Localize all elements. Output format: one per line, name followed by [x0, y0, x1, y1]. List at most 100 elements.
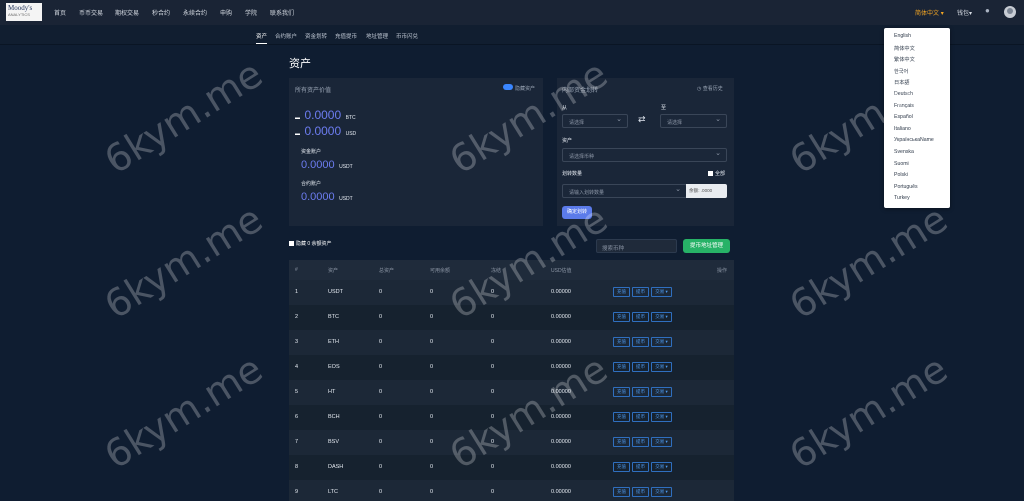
row-asset: DASH — [328, 464, 344, 470]
tab-contract-account[interactable]: 合约账户 — [275, 32, 297, 40]
table-row: 6 BCH 0 0 0 0.00000 充值 提币 交易 ▾ — [289, 405, 734, 430]
swap-icon[interactable]: ⇄ — [638, 114, 646, 125]
language-option[interactable]: УкраїнськаName — [894, 137, 934, 143]
tab-address[interactable]: 地址管理 — [366, 32, 388, 40]
trade-button[interactable]: 交易 ▾ — [651, 337, 672, 347]
trade-button[interactable]: 交易 ▾ — [651, 412, 672, 422]
col-asset: 资产 — [328, 268, 339, 274]
withdraw-button[interactable]: 提币 — [632, 437, 649, 447]
language-option[interactable]: English — [894, 33, 911, 39]
language-option[interactable]: Polski — [894, 172, 908, 178]
contract-unit: USDT — [339, 196, 353, 202]
row-frozen: 0 — [491, 314, 495, 320]
row-index: 8 — [295, 464, 299, 470]
tab-flash-swap[interactable]: 币币闪兑 — [396, 32, 418, 40]
nav-options[interactable]: 期权交易 — [115, 8, 139, 17]
language-option[interactable]: 日本語 — [894, 79, 910, 86]
trade-label: 交易 — [655, 389, 665, 394]
withdraw-address-button[interactable]: 提币地址管理 — [683, 239, 730, 253]
tab-assets[interactable]: 资产 — [256, 32, 268, 44]
deposit-button[interactable]: 充值 — [613, 337, 630, 347]
logo[interactable]: Moody's ANALYTICS — [6, 3, 42, 21]
trade-button[interactable]: 交易 ▾ — [651, 487, 672, 497]
deposit-button[interactable]: 充值 — [613, 387, 630, 397]
withdraw-button[interactable]: 提币 — [632, 487, 649, 497]
language-option[interactable]: Svenska — [894, 149, 914, 155]
row-available: 0 — [430, 389, 434, 395]
trade-button[interactable]: 交易 ▾ — [651, 387, 672, 397]
language-option[interactable]: 繁体中文 — [894, 56, 915, 63]
btc-unit: BTC — [345, 115, 356, 121]
deposit-label: 充值 — [617, 314, 626, 319]
deposit-button[interactable]: 充值 — [613, 312, 630, 322]
nav-second-contract[interactable]: 秒合约 — [152, 8, 170, 17]
deposit-button[interactable]: 充值 — [613, 487, 630, 497]
language-option[interactable]: Italiano — [894, 126, 911, 132]
avatar[interactable] — [1004, 6, 1016, 18]
deposit-button[interactable]: 充值 — [613, 462, 630, 472]
tab-deposit-withdraw[interactable]: 充值提币 — [335, 32, 357, 40]
nav-subscribe[interactable]: 申购 — [220, 8, 232, 17]
asset-select[interactable]: 请选择币种 — [562, 148, 727, 162]
row-usd: 0.00000 — [551, 314, 571, 320]
nav-contact[interactable]: 联系我们 — [270, 8, 294, 17]
history-label: 查看历史 — [702, 86, 723, 92]
language-option[interactable]: Français — [894, 103, 914, 109]
withdraw-button[interactable]: 提币 — [632, 337, 649, 347]
language-option[interactable]: Português — [894, 184, 918, 190]
deposit-button[interactable]: 充值 — [613, 287, 630, 297]
all-checkbox[interactable]: 全部 — [708, 170, 725, 177]
all-label: 全部 — [715, 171, 726, 177]
trade-button[interactable]: 交易 ▾ — [651, 287, 672, 297]
table-row: 5 HT 0 0 0 0.00000 充值 提币 交易 ▾ — [289, 380, 734, 405]
confirm-transfer-button[interactable]: 确定划转 — [562, 206, 592, 219]
withdraw-button[interactable]: 提币 — [632, 287, 649, 297]
deposit-label: 充值 — [617, 389, 626, 394]
nav-spot[interactable]: 币币交易 — [79, 8, 103, 17]
chevron-down-icon: ▾ — [664, 389, 668, 394]
language-option[interactable]: Deutsch — [894, 91, 913, 97]
trade-button[interactable]: 交易 ▾ — [651, 312, 672, 322]
deposit-button[interactable]: 充值 — [613, 437, 630, 447]
tab-transfer[interactable]: 资金划转 — [305, 32, 327, 40]
row-asset: USDT — [328, 289, 343, 295]
language-option[interactable]: 简体中文 — [894, 45, 915, 52]
hide-zero-label: 隐藏 0 余额资产 — [296, 241, 332, 247]
nav-academy[interactable]: 学院 — [245, 8, 257, 17]
to-select[interactable]: 请选择 — [660, 114, 727, 128]
trade-button[interactable]: 交易 ▾ — [651, 462, 672, 472]
withdraw-button[interactable]: 提币 — [632, 362, 649, 372]
row-usd: 0.00000 — [551, 414, 571, 420]
deposit-button[interactable]: 充值 — [613, 362, 630, 372]
hide-zero-checkbox[interactable]: 隐藏 0 余额资产 — [289, 240, 332, 247]
language-option[interactable]: Turkey — [894, 195, 910, 201]
hide-assets-toggle[interactable] — [503, 84, 513, 90]
trade-label: 交易 — [655, 464, 665, 469]
trade-button[interactable]: 交易 ▾ — [651, 437, 672, 447]
language-selector[interactable]: 简体中文 ▾ — [915, 8, 944, 17]
row-available: 0 — [430, 364, 434, 370]
deposit-label: 充值 — [617, 464, 626, 469]
language-option[interactable]: Suomi — [894, 161, 909, 167]
language-option[interactable]: 한국어 — [894, 68, 908, 75]
from-select[interactable]: 请选择 — [562, 114, 628, 128]
history-link[interactable]: ◷ 查看历史 — [697, 85, 723, 92]
logo-sub: ANALYTICS — [8, 12, 30, 17]
withdraw-button[interactable]: 提币 — [632, 462, 649, 472]
search-coin-input[interactable]: 搜索币种 — [596, 239, 677, 253]
col-total: 总资产 — [379, 268, 395, 274]
chevron-down-icon: ▾ — [940, 11, 944, 17]
nav-home[interactable]: 首页 — [54, 8, 66, 17]
withdraw-button[interactable]: 提币 — [632, 412, 649, 422]
trade-label: 交易 — [655, 339, 665, 344]
nav-perpetual[interactable]: 永续合约 — [183, 8, 207, 17]
wallet-menu[interactable]: 钱包▾ — [957, 8, 972, 17]
deposit-button[interactable]: 充值 — [613, 412, 630, 422]
trade-button[interactable]: 交易 ▾ — [651, 362, 672, 372]
withdraw-button[interactable]: 提币 — [632, 312, 649, 322]
amount-input[interactable]: 请输入划转数量 — [562, 184, 687, 198]
bell-icon[interactable]: ● — [985, 6, 990, 15]
language-option[interactable]: Español — [894, 114, 913, 120]
fund-account: 0.0000 USDT — [301, 155, 353, 173]
withdraw-button[interactable]: 提币 — [632, 387, 649, 397]
